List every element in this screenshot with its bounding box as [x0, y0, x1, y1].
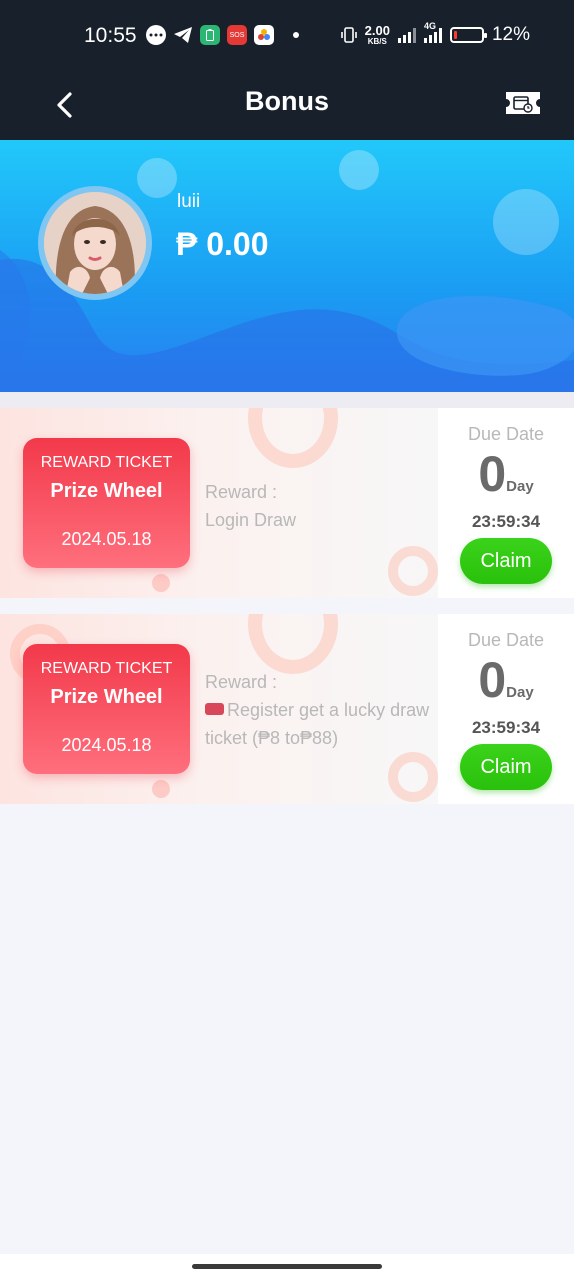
reward-description: Reward : Login Draw [205, 478, 430, 534]
reward-card: REWARD TICKET Prize Wheel 2024.05.18 Rew… [0, 408, 574, 598]
battery-percent: 12% [491, 24, 530, 45]
due-date-label: Due Date [467, 424, 545, 444]
messages-icon [146, 25, 166, 45]
ticket-emoji-icon [205, 703, 224, 715]
days-remaining: 0Day [438, 655, 574, 718]
username: luii [177, 191, 201, 212]
notification-icons: SOS [146, 25, 299, 45]
decoration [388, 752, 438, 802]
reward-desc: Login Draw [205, 510, 297, 530]
decoration [248, 614, 338, 674]
avatar-image [44, 192, 146, 294]
reward-card-body: REWARD TICKET Prize Wheel 2024.05.18 Rew… [0, 408, 438, 598]
reward-ticket: REWARD TICKET Prize Wheel 2024.05.18 [23, 644, 190, 774]
days-number: 0 [478, 652, 507, 708]
status-right: 2.00 KB/S 4G 12% [340, 21, 530, 46]
status-bar: 10:55 SOS 2.00 KB/S 4G 12% [0, 0, 574, 72]
claim-button[interactable]: Claim [460, 744, 552, 790]
signal-4g: 4G [423, 21, 442, 43]
decoration [248, 408, 338, 468]
avatar[interactable] [38, 186, 152, 300]
vibrate-icon [340, 27, 357, 43]
app-header: Bonus [0, 72, 574, 140]
profile-banner: luii ₱ 0.00 [0, 140, 574, 392]
days-unit: Day [506, 478, 534, 495]
balance-amount: ₱ 0.00 [176, 226, 269, 262]
days-unit: Day [506, 684, 534, 701]
reward-ticket: REWARD TICKET Prize Wheel 2024.05.18 [23, 438, 190, 568]
decoration [152, 574, 170, 592]
decoration [152, 780, 170, 798]
reward-label: Reward : [205, 672, 278, 692]
signal-icon [397, 27, 416, 43]
page-title: Bonus [245, 86, 329, 116]
battery-level [453, 31, 457, 39]
countdown-timer: 23:59:34 [471, 512, 541, 531]
ticket-date: 2024.05.18 [61, 735, 152, 755]
reward-desc-line: Register get a lucky draw ticket (₱8 to₱… [205, 696, 430, 752]
divider [0, 392, 574, 408]
claim-button[interactable]: Claim [460, 538, 552, 584]
days-remaining: 0Day [438, 449, 574, 512]
reward-desc: Register get a lucky draw ticket (₱8 to₱… [205, 700, 430, 748]
countdown-timer: 23:59:34 [471, 718, 541, 737]
due-panel: Due Date 0Day 23:59:34 Claim [438, 614, 574, 804]
battery-icon [449, 27, 487, 43]
decoration [388, 546, 438, 596]
net-speed: 2.00 KB/S [364, 22, 390, 46]
status-time: 10:55 [84, 24, 137, 47]
ticket-name: Prize Wheel [50, 686, 163, 708]
reward-card-body: REWARD TICKET Prize Wheel 2024.05.18 Rew… [0, 614, 438, 804]
ticket-history-button[interactable] [504, 88, 542, 118]
reward-description: Reward : Register get a lucky draw ticke… [205, 668, 430, 752]
battery-app-icon [200, 25, 220, 45]
days-number: 0 [478, 446, 507, 502]
due-panel: Due Date 0Day 23:59:34 Claim [438, 408, 574, 598]
reward-card: REWARD TICKET Prize Wheel 2024.05.18 Rew… [0, 614, 574, 804]
ticket-date: 2024.05.18 [61, 529, 152, 549]
photos-icon [254, 25, 274, 45]
due-date-label: Due Date [467, 630, 545, 650]
ticket-type: REWARD TICKET [40, 454, 173, 471]
telegram-icon [173, 25, 193, 45]
reward-label: Reward : [205, 482, 278, 502]
ticket-name: Prize Wheel [50, 480, 163, 502]
home-indicator[interactable] [192, 1264, 382, 1269]
ticket-icon [506, 92, 540, 114]
sos-icon: SOS [227, 25, 247, 45]
more-notifications-dot [293, 32, 299, 38]
ticket-type: REWARD TICKET [40, 660, 173, 677]
